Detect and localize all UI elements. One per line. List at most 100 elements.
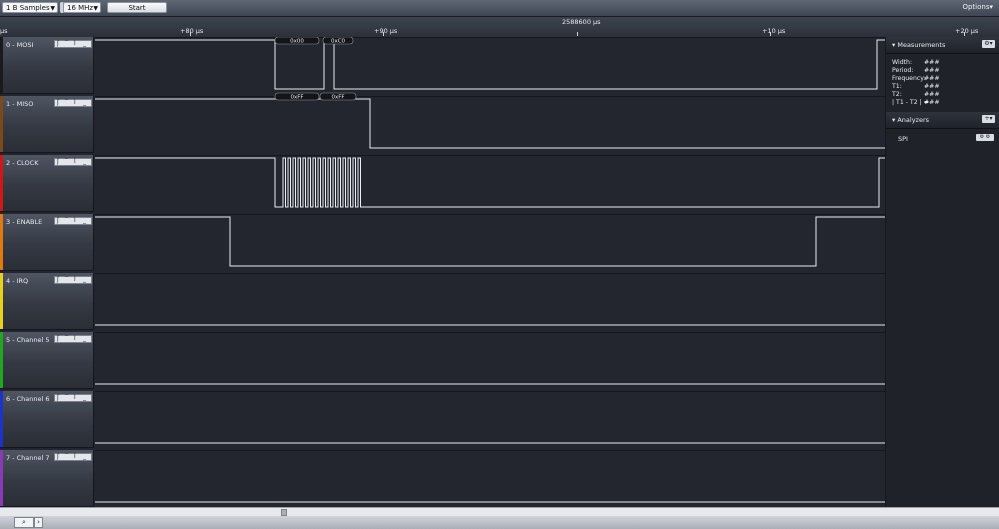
measurement-row: | T1 - T2 | =### (892, 99, 940, 107)
channel-row[interactable]: 6 - Channel 6 ʃ ‾ l _ (0, 391, 94, 448)
ruler-tick-mark (770, 32, 771, 36)
high-level-icon: ‾ (65, 40, 68, 47)
channel-color-bar (0, 332, 3, 388)
samples-dropdown[interactable]: 1 B Samples ▼ (2, 2, 58, 13)
add-analyzer-button[interactable]: +▾ (982, 115, 995, 123)
measurement-value: ### (924, 91, 940, 98)
analyzer-item-spi[interactable]: SPI (898, 135, 908, 143)
channel-row[interactable]: 5 - Channel 5 ʃ ‾ l _ (0, 332, 94, 389)
measurement-value: ### (924, 59, 940, 66)
falling-edge-icon: l (74, 217, 76, 224)
enable-trace (95, 216, 885, 267)
time-ruler[interactable] (0, 17, 999, 37)
frequency-dropdown[interactable]: 16 MHz ▼ (63, 2, 101, 13)
measurement-row: Width: ### (892, 59, 940, 67)
measurement-value: ### (924, 67, 940, 74)
channel-row[interactable]: 7 - Channel 7 ʃ ‾ l _ (0, 450, 94, 507)
decoded-value: 0xC0 (331, 39, 346, 45)
high-level-icon: ‾ (65, 158, 68, 165)
trigger-selector[interactable]: ʃ ‾ l _ (54, 335, 92, 343)
measurement-key: Period: (892, 67, 914, 74)
expand-tab-button[interactable]: › (34, 517, 43, 528)
channel-label: 4 - IRQ (6, 277, 29, 285)
start-button[interactable]: Start (107, 2, 167, 13)
high-level-icon: ‾ (65, 394, 68, 401)
decoded-byte-mosi[interactable]: 0x00 (274, 37, 320, 45)
clock-trace (95, 157, 885, 208)
high-level-icon: ‾ (65, 99, 68, 106)
high-level-icon: ‾ (65, 453, 68, 460)
falling-edge-icon: l (74, 394, 76, 401)
rising-edge-icon: ʃ (57, 99, 60, 106)
trigger-selector[interactable]: ʃ ‾ l _ (54, 394, 92, 402)
rising-edge-icon: ʃ (57, 394, 60, 401)
channel-color-bar (0, 450, 3, 506)
measurement-value: ### (924, 83, 940, 90)
ruler-tick-mark (383, 32, 384, 36)
samples-value: 1 B Samples (6, 4, 50, 12)
search-icon[interactable]: ⌕ (14, 517, 34, 528)
channel-color-bar (0, 391, 3, 447)
measurement-key: Frequency: (892, 75, 926, 82)
measurements-header[interactable]: ▾ Measurements ⚙▾ (886, 37, 999, 54)
waveform-area[interactable]: 0x00 0xC0 0xFF 0xFF (95, 37, 885, 507)
low-level-icon: _ (83, 40, 86, 47)
low-level-icon: _ (83, 394, 86, 401)
ruler-tick-label: +80 µs (180, 27, 204, 35)
measurement-key: | T1 - T2 | = (892, 99, 929, 106)
channel-label: 3 - ENABLE (6, 218, 43, 226)
trigger-selector[interactable]: ʃ ‾ l _ (54, 276, 92, 284)
low-level-icon: _ (83, 276, 86, 283)
scrollbar-thumb[interactable] (281, 509, 287, 516)
falling-edge-icon: l (74, 276, 76, 283)
miso-trace (95, 98, 885, 149)
decoded-byte-miso[interactable]: 0xFF (274, 92, 320, 101)
rising-edge-icon: ʃ (57, 158, 60, 165)
channel-label: 2 - CLOCK (6, 159, 39, 167)
analyzer-settings-icon[interactable]: ⚙ ⚙ (976, 134, 994, 141)
gear-icon[interactable]: ⚙▾ (982, 40, 995, 48)
chevron-down-icon: ▼ (93, 5, 98, 12)
rising-edge-icon: ʃ (57, 335, 60, 342)
channel-label: 5 - Channel 5 (6, 336, 50, 344)
trigger-selector[interactable]: ʃ ‾ l _ (54, 217, 92, 225)
rising-edge-icon: ʃ (57, 217, 60, 224)
trigger-selector[interactable]: ʃ ‾ l _ (54, 40, 92, 48)
channel-row[interactable]: 1 - MISO ʃ ‾ l _ (0, 96, 94, 153)
channel-row[interactable]: 3 - ENABLE ʃ ‾ l _ (0, 214, 94, 271)
ruler-tick-label: +20 µs (955, 27, 979, 35)
ruler-left-unit: µs (0, 27, 8, 35)
falling-edge-icon: l (74, 158, 76, 165)
measurement-value: ### (924, 75, 940, 82)
decoded-value: 0xFF (331, 95, 344, 101)
decoded-byte-miso[interactable]: 0xFF (319, 92, 357, 101)
frequency-value: 16 MHz (67, 4, 94, 12)
high-level-icon: ‾ (65, 217, 68, 224)
low-level-icon: _ (83, 217, 86, 224)
analyzers-header[interactable]: ▾ Analyzers +▾ (886, 112, 999, 129)
channel-color-bar (0, 273, 3, 329)
channel-row[interactable]: 0 - MOSI ʃ ‾ l _ (0, 37, 94, 94)
falling-edge-icon: l (74, 453, 76, 460)
options-menu[interactable]: Options▾ (962, 3, 993, 11)
ruler-center-label: 2588600 µs (562, 18, 601, 26)
falling-edge-icon: l (74, 335, 76, 342)
channel-row[interactable]: 2 - CLOCK ʃ ‾ l _ (0, 155, 94, 212)
channel-label: 0 - MOSI (6, 41, 34, 49)
trigger-selector[interactable]: ʃ ‾ l _ (54, 453, 92, 461)
decoded-value: 0xFF (290, 95, 303, 101)
trigger-selector[interactable]: ʃ ‾ l _ (54, 158, 92, 166)
channel-row[interactable]: 4 - IRQ ʃ ‾ l _ (0, 273, 94, 330)
channel-color-bar (0, 214, 3, 270)
channel-label: 7 - Channel 7 (6, 454, 50, 462)
high-level-icon: ‾ (65, 276, 68, 283)
right-panel: ▾ Measurements ⚙▾ Width: ### Period: ### Fre… (885, 37, 999, 507)
rising-edge-icon: ʃ (57, 40, 60, 47)
mosi-trace (95, 39, 885, 90)
decoded-byte-mosi[interactable]: 0xC0 (322, 37, 354, 45)
channel-color-bar (0, 96, 3, 152)
falling-edge-icon: l (74, 99, 76, 106)
rising-edge-icon: ʃ (57, 453, 60, 460)
trigger-selector[interactable]: ʃ ‾ l _ (54, 99, 92, 107)
waveform-canvas: 0x00 0xC0 0xFF 0xFF (95, 37, 885, 503)
